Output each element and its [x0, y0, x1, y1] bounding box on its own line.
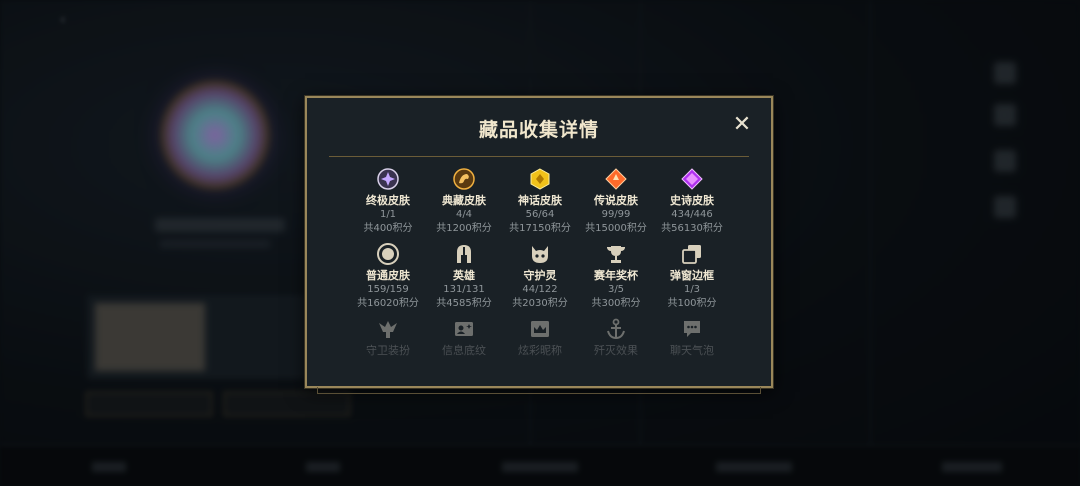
category-count: 99/99 — [601, 209, 631, 220]
name-color-icon — [531, 321, 549, 337]
category-points: 共16020积分 — [357, 298, 419, 309]
category-points: 共15000积分 — [585, 223, 647, 234]
category-points: 共100积分 — [667, 298, 717, 309]
category-label: 赛年奖杯 — [594, 269, 638, 282]
category-count: 131/131 — [443, 284, 485, 295]
category-count: 56/64 — [525, 209, 555, 220]
close-icon[interactable]: ✕ — [731, 114, 753, 136]
category-count: 1/3 — [683, 284, 701, 295]
chat-bubble-icon — [684, 321, 700, 337]
normal-skin-icon — [377, 243, 399, 265]
category-label: 炫彩昵称 — [518, 344, 562, 357]
category-points: 共17150积分 — [509, 223, 571, 234]
category-chat-bubble[interactable]: 聊天气泡 — [654, 318, 730, 378]
category-mythic-skin[interactable]: 神话皮肤 56/64 共17150积分 — [502, 168, 578, 243]
category-ward-skin[interactable]: 守卫装扮 — [350, 318, 426, 378]
category-label: 弹窗边框 — [670, 269, 714, 282]
guardian-icon — [532, 246, 548, 263]
dialog-title: 藏品收集详情 — [478, 119, 599, 141]
category-name-color[interactable]: 炫彩昵称 — [502, 318, 578, 378]
collection-grid: 终极皮肤 1/1 共400积分 典藏皮肤 4/4 共1200积分 神话皮肤 56… — [350, 168, 730, 378]
category-label: 典藏皮肤 — [442, 194, 486, 207]
category-info-card[interactable]: 信息底纹 — [426, 318, 502, 378]
category-count: 44/122 — [522, 284, 558, 295]
category-label: 英雄 — [453, 269, 475, 282]
category-count: 434/446 — [671, 209, 713, 220]
collection-skin-icon — [453, 168, 475, 190]
category-legendary-skin[interactable]: 传说皮肤 99/99 共15000积分 — [578, 168, 654, 243]
epic-skin-icon — [681, 168, 703, 190]
category-label: 歼灭效果 — [594, 344, 638, 357]
category-normal-skin[interactable]: 普通皮肤 159/159 共16020积分 — [350, 243, 426, 318]
category-points: 共2030积分 — [512, 298, 568, 309]
category-ace-effect[interactable]: 歼灭效果 — [578, 318, 654, 378]
category-label: 守护灵 — [523, 269, 557, 282]
collection-detail-dialog: 藏品收集详情 ✕ 终极皮肤 1/1 共400积分 典藏皮肤 4/4 共1200积… — [305, 96, 773, 394]
category-points: 共4585积分 — [436, 298, 492, 309]
category-points: 共1200积分 — [436, 223, 492, 234]
category-count: 159/159 — [367, 284, 409, 295]
category-points: 共300积分 — [591, 298, 641, 309]
category-hero[interactable]: 英雄 131/131 共4585积分 — [426, 243, 502, 318]
category-label: 终极皮肤 — [366, 194, 410, 207]
trophy-icon — [607, 246, 625, 263]
ward-skin-icon — [379, 321, 397, 338]
category-collection-skin[interactable]: 典藏皮肤 4/4 共1200积分 — [426, 168, 502, 243]
category-label: 史诗皮肤 — [670, 194, 714, 207]
category-epic-skin[interactable]: 史诗皮肤 434/446 共56130积分 — [654, 168, 730, 243]
ultimate-skin-icon — [377, 168, 399, 190]
category-popup-frame[interactable]: 弹窗边框 1/3 共100积分 — [654, 243, 730, 318]
category-season-trophy[interactable]: 赛年奖杯 3/5 共300积分 — [578, 243, 654, 318]
category-count: 1/1 — [379, 209, 397, 220]
category-label: 普通皮肤 — [366, 269, 410, 282]
legendary-skin-icon — [605, 168, 627, 190]
popup-frame-icon — [682, 245, 701, 264]
category-label: 信息底纹 — [442, 344, 486, 357]
ace-effect-icon — [607, 318, 625, 340]
category-label: 聊天气泡 — [670, 344, 714, 357]
category-points: 共400积分 — [363, 223, 413, 234]
hero-icon — [457, 245, 471, 263]
title-divider — [329, 156, 749, 157]
mythic-skin-icon — [530, 168, 550, 190]
category-label: 神话皮肤 — [518, 194, 562, 207]
category-label: 传说皮肤 — [594, 194, 638, 207]
category-guardian[interactable]: 守护灵 44/122 共2030积分 — [502, 243, 578, 318]
category-ultimate-skin[interactable]: 终极皮肤 1/1 共400积分 — [350, 168, 426, 243]
category-points: 共56130积分 — [661, 223, 723, 234]
info-card-icon — [455, 322, 473, 336]
category-count: 4/4 — [455, 209, 473, 220]
category-label: 守卫装扮 — [366, 344, 410, 357]
category-count: 3/5 — [607, 284, 625, 295]
